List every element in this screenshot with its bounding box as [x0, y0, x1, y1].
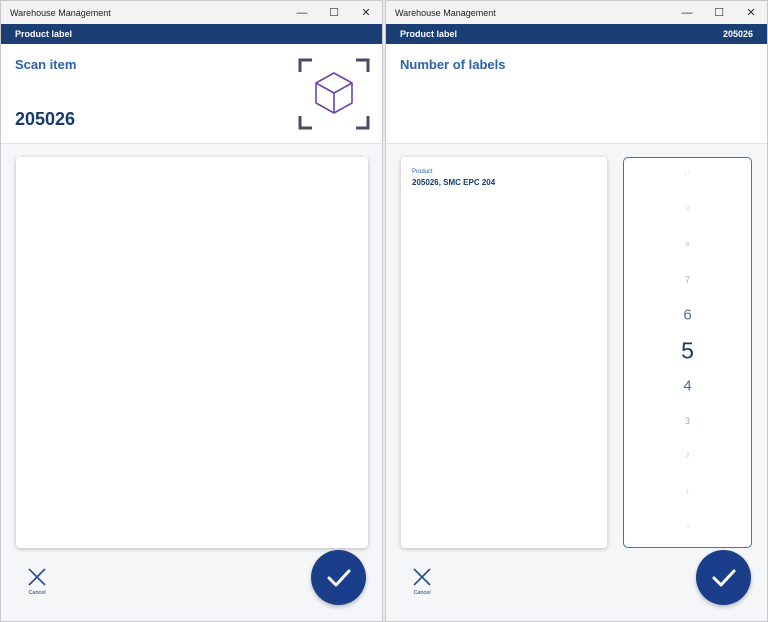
close-x-icon: [28, 568, 46, 586]
window-titlebar: Warehouse Management — ☐ ✕: [1, 1, 382, 24]
product-label: Product: [412, 169, 433, 175]
appbar-title: Product label: [400, 29, 458, 39]
maximize-icon[interactable]: ☐: [703, 1, 735, 24]
scan-cube-icon[interactable]: [298, 58, 370, 130]
picker-option[interactable]: 9: [624, 206, 751, 212]
picker-option[interactable]: 5: [624, 337, 751, 364]
page-title: Number of labels: [400, 57, 506, 72]
picker-option[interactable]: 2: [624, 453, 751, 460]
minimize-icon[interactable]: —: [671, 1, 703, 24]
picker-option[interactable]: 4: [624, 377, 751, 394]
action-footer: Cancel: [386, 550, 767, 621]
window-controls: — ☐ ✕: [671, 1, 767, 24]
cancel-button[interactable]: Cancel: [400, 567, 444, 607]
check-icon: [327, 569, 350, 586]
confirm-button[interactable]: [696, 550, 751, 605]
picker-option[interactable]: 1: [624, 489, 751, 495]
window-titlebar: Warehouse Management — ☐ ✕: [386, 1, 767, 24]
picker-option[interactable]: 6: [624, 307, 751, 324]
app-header-bar: Product label 205026: [386, 24, 767, 44]
close-icon[interactable]: ✕: [350, 1, 382, 24]
picker-option[interactable]: 3: [624, 416, 751, 426]
picker-option[interactable]: 10: [624, 171, 751, 177]
appbar-right-value: 205026: [722, 29, 753, 39]
confirm-button[interactable]: [311, 550, 366, 605]
right-app-window: Warehouse Management — ☐ ✕ Product label…: [385, 0, 768, 622]
window-title: Warehouse Management: [10, 7, 111, 18]
number-picker[interactable]: 10 9 8 7 6 5 4 3 2 1 0: [623, 157, 752, 548]
cancel-label: Cancel: [28, 590, 46, 596]
window-controls: — ☐ ✕: [286, 1, 382, 24]
minimize-icon[interactable]: —: [286, 1, 318, 24]
app-header-bar: Product label: [1, 24, 382, 44]
labels-header: Number of labels: [386, 44, 767, 144]
maximize-icon[interactable]: ☐: [318, 1, 350, 24]
cancel-button[interactable]: Cancel: [15, 567, 59, 607]
action-footer: Cancel: [1, 550, 382, 621]
scanned-value: 205026: [15, 109, 76, 129]
picker-option[interactable]: 7: [624, 275, 751, 285]
picker-option[interactable]: 8: [624, 241, 751, 248]
content-panel: [16, 157, 368, 548]
appbar-title: Product label: [15, 29, 73, 39]
product-card: Product 205026, SMC EPC 204: [401, 157, 607, 548]
check-icon: [712, 569, 735, 586]
cancel-label: Cancel: [413, 590, 431, 596]
page-title: Scan item: [15, 57, 77, 72]
left-app-window: Warehouse Management — ☐ ✕ Product label…: [0, 0, 383, 622]
close-icon[interactable]: ✕: [735, 1, 767, 24]
window-title: Warehouse Management: [395, 7, 496, 18]
picker-option[interactable]: 0: [624, 524, 751, 530]
close-x-icon: [413, 568, 431, 586]
product-value: 205026, SMC EPC 204: [412, 178, 496, 187]
scan-header: Scan item 205026: [1, 44, 382, 144]
